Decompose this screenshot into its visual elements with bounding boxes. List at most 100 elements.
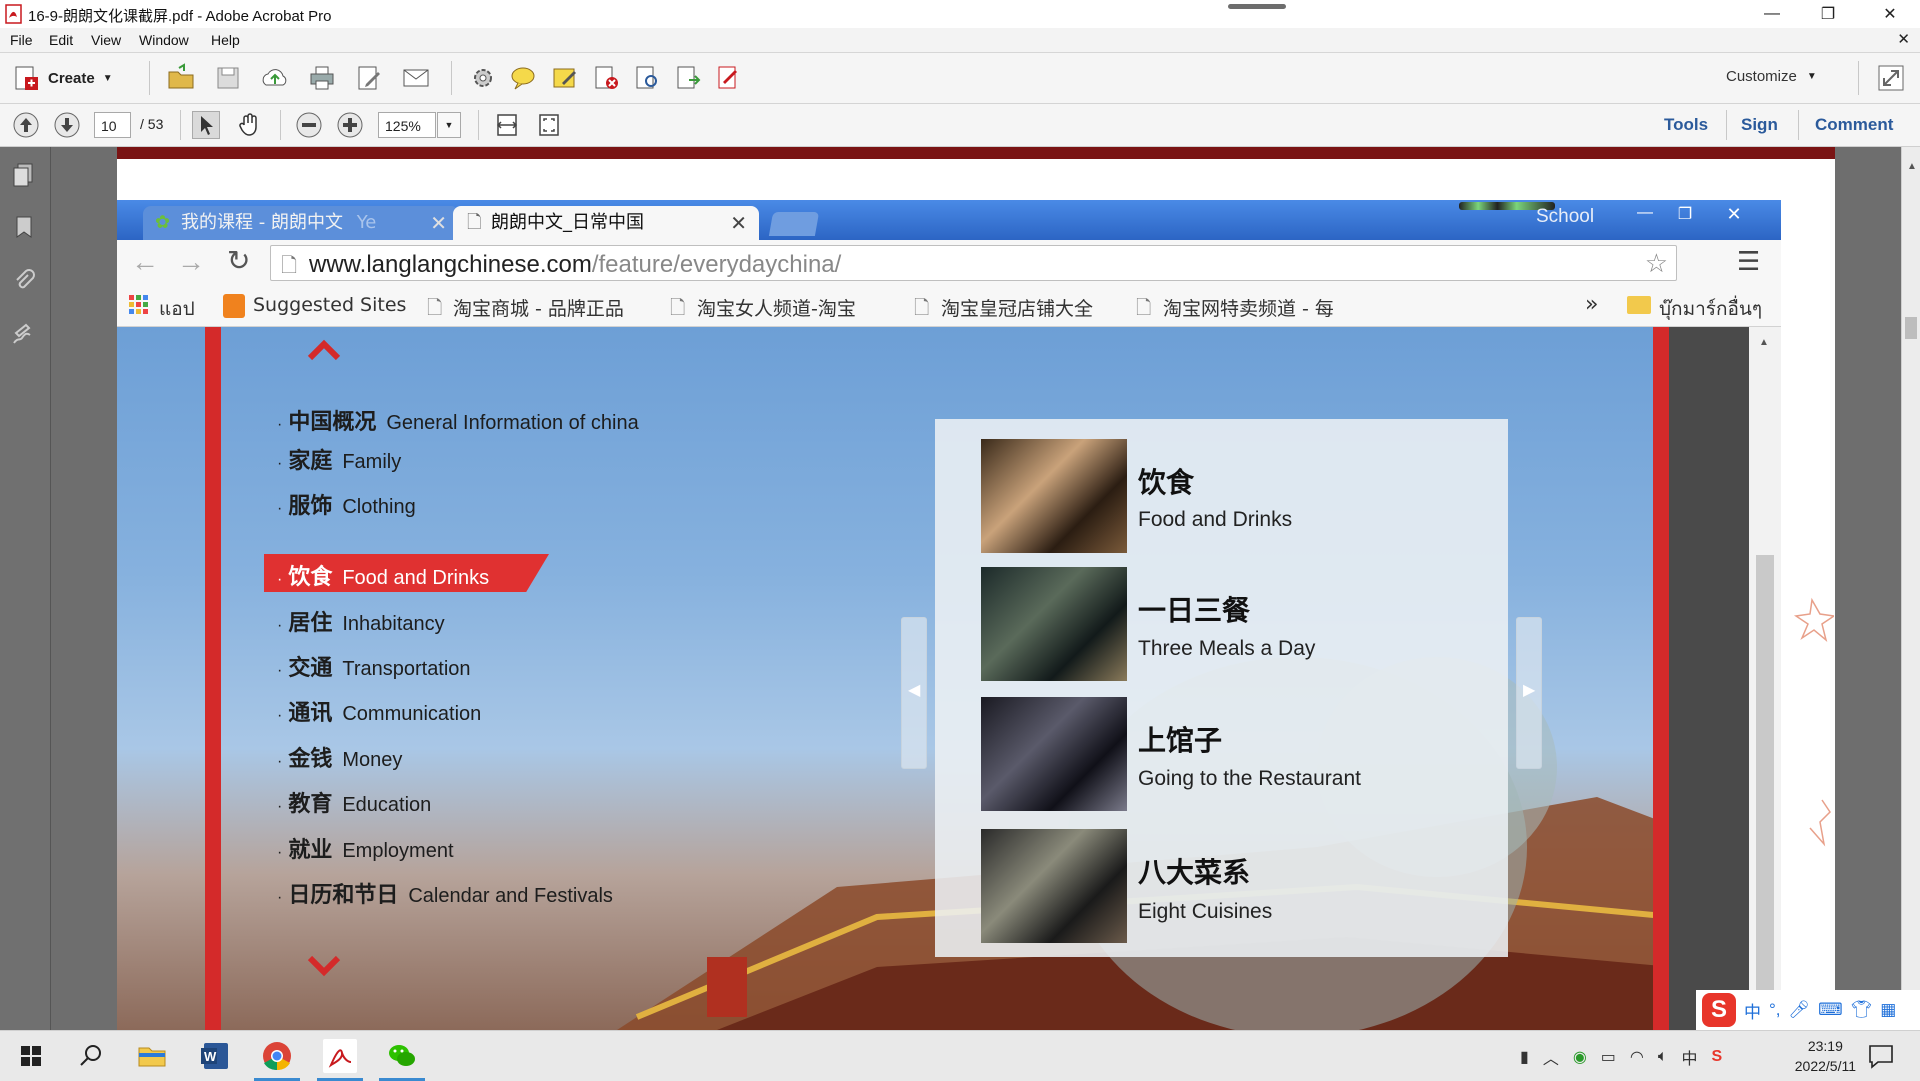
apps-grid-icon[interactable]	[129, 295, 149, 315]
category-item[interactable]: · 日历和节日 Calendar and Festivals	[277, 877, 613, 909]
browser-scrollbar[interactable]: ▲	[1749, 327, 1781, 1030]
ime-mode-chinese[interactable]: 中	[1744, 998, 1761, 1023]
browser-close-icon[interactable]: ✕	[1709, 204, 1759, 228]
topic-thumbnail-cuisines[interactable]	[981, 829, 1127, 943]
topic-thumbnail-meals[interactable]	[981, 567, 1127, 681]
bookmarks-overflow-button[interactable]: »	[1585, 292, 1598, 317]
menu-view[interactable]: View	[91, 32, 121, 48]
scroll-up-icon[interactable]: ▲	[1907, 161, 1917, 172]
reload-icon[interactable]: ↻	[227, 244, 250, 277]
topic-title-zh[interactable]: 饮食	[1138, 461, 1194, 501]
topic-title-en[interactable]: Three Meals a Day	[1138, 637, 1315, 661]
fit-width-icon[interactable]	[493, 111, 521, 139]
comment-bubble-icon[interactable]	[508, 63, 538, 93]
category-item[interactable]: · 服饰 Clothing	[277, 488, 416, 520]
carousel-next-button[interactable]: ▶	[1516, 617, 1542, 769]
bookmark-taobao-women[interactable]: 淘宝女人频道-淘宝	[697, 294, 887, 321]
toolbox-icon[interactable]: ▦	[1880, 1000, 1896, 1020]
punctuation-icon[interactable]: °,	[1769, 1000, 1781, 1020]
forward-arrow-icon[interactable]: →	[177, 246, 205, 278]
category-item[interactable]: · 就业 Employment	[277, 832, 454, 864]
attachments-paperclip-icon[interactable]	[10, 267, 38, 295]
chrome-menu-icon[interactable]: ☰	[1737, 246, 1760, 277]
keyboard-icon[interactable]: ⌨︎	[1818, 1000, 1843, 1020]
topic-title-en[interactable]: Going to the Restaurant	[1138, 767, 1361, 791]
category-scroll-up-icon[interactable]	[307, 339, 341, 361]
delete-page-icon[interactable]	[591, 63, 621, 93]
microphone-icon[interactable]: 🎤︎	[1789, 1000, 1811, 1020]
file-explorer-icon[interactable]	[135, 1039, 169, 1073]
new-tab-button[interactable]	[768, 212, 820, 236]
windows-start-icon[interactable]	[14, 1039, 48, 1073]
category-item-active[interactable]: · 饮食 Food and Drinks	[277, 559, 489, 591]
vertical-scrollbar[interactable]: ▲	[1901, 147, 1920, 1030]
zoom-out-icon[interactable]	[295, 111, 323, 139]
skin-icon[interactable]: 👕︎	[1851, 1000, 1873, 1020]
category-item[interactable]: · 居住 Inhabitancy	[277, 605, 445, 637]
address-bar[interactable]: 🗋 www.langlangchinese.com/feature/everyd…	[270, 245, 1677, 281]
print-icon[interactable]	[307, 63, 337, 93]
tab-close-icon[interactable]: ✕	[730, 206, 747, 240]
select-cursor-icon[interactable]	[192, 111, 220, 139]
profile-name[interactable]: School	[1536, 206, 1594, 228]
email-icon[interactable]	[401, 63, 431, 93]
find-page-icon[interactable]	[632, 63, 662, 93]
category-item[interactable]: · 交通 Transportation	[277, 650, 471, 682]
show-hidden-icons-chevron-icon[interactable]: ︿	[1543, 1045, 1559, 1069]
bookmarks-icon[interactable]	[10, 213, 38, 241]
chrome-icon[interactable]	[260, 1039, 294, 1073]
close-window-button[interactable]: ✕	[1862, 0, 1918, 28]
bookmark-taobao-sale[interactable]: 淘宝网特卖频道 - 每	[1163, 294, 1333, 321]
back-arrow-icon[interactable]: ←	[131, 246, 159, 278]
sogou-logo-icon[interactable]: S	[1702, 993, 1736, 1027]
topic-thumbnail-restaurant[interactable]	[981, 697, 1127, 811]
previous-page-icon[interactable]	[12, 111, 40, 139]
menu-help[interactable]: Help	[211, 32, 240, 48]
page-number-input[interactable]: 10	[94, 112, 131, 138]
customize-button[interactable]: Customize ▼	[1726, 68, 1817, 85]
battery-icon[interactable]: ▮	[1520, 1047, 1529, 1067]
tab-close-icon[interactable]: ✕	[430, 206, 447, 240]
upload-cloud-icon[interactable]	[260, 63, 290, 93]
sign-document-icon[interactable]	[714, 63, 744, 93]
sync-icon[interactable]: ◉	[1573, 1047, 1587, 1067]
category-item[interactable]: · 教育 Education	[277, 786, 431, 818]
wifi-icon[interactable]: ◠	[1630, 1047, 1644, 1067]
open-folder-icon[interactable]	[166, 63, 196, 93]
next-page-icon[interactable]	[53, 111, 81, 139]
carousel-prev-button[interactable]: ◀	[901, 617, 927, 769]
other-bookmarks[interactable]: บุ๊กมาร์กอื่นๆ	[1659, 294, 1762, 324]
clock[interactable]: 23:19 2022/5/11	[1795, 1036, 1856, 1076]
acrobat-icon[interactable]	[323, 1039, 357, 1073]
topic-title-en[interactable]: Eight Cuisines	[1138, 900, 1272, 924]
device-icon[interactable]: ▭	[1601, 1047, 1616, 1067]
bookmark-suggested-sites[interactable]: Suggested Sites	[253, 294, 406, 316]
hand-tool-icon[interactable]	[236, 111, 264, 139]
topic-thumbnail-food[interactable]	[981, 439, 1127, 553]
search-icon[interactable]	[74, 1039, 108, 1073]
topic-title-zh[interactable]: 八大菜系	[1138, 851, 1250, 891]
comment-pane-link[interactable]: Comment	[1815, 115, 1893, 135]
close-document-icon[interactable]: ✕	[1897, 30, 1910, 48]
tools-pane-link[interactable]: Tools	[1664, 115, 1708, 135]
bookmark-taobao-mall[interactable]: 淘宝商城 - 品牌正品	[453, 294, 645, 321]
highlight-icon[interactable]	[550, 63, 580, 93]
menu-edit[interactable]: Edit	[49, 32, 73, 48]
page-thumbnails-icon[interactable]	[10, 161, 38, 189]
browser-tab-everyday-china[interactable]: 🗋 朗朗中文_日常中国 ✕	[453, 206, 759, 240]
zoom-dropdown-icon[interactable]: ▼	[437, 112, 461, 138]
bookmark-star-icon[interactable]: ☆	[1645, 248, 1668, 279]
notifications-icon[interactable]	[1864, 1039, 1898, 1073]
scroll-thumb[interactable]	[1905, 317, 1917, 339]
category-item[interactable]: · 金钱 Money	[277, 741, 402, 773]
browser-tab-courses[interactable]: ✿ 我的课程 - 朗朗中文 Ye ✕	[143, 206, 459, 240]
volume-icon[interactable]: 🔈︎	[1658, 1048, 1668, 1066]
wechat-icon[interactable]	[385, 1039, 419, 1073]
scroll-thumb[interactable]	[1756, 555, 1774, 995]
drag-handle[interactable]	[1228, 4, 1286, 9]
zoom-in-icon[interactable]	[336, 111, 364, 139]
topic-title-zh[interactable]: 一日三餐	[1138, 589, 1250, 629]
restore-button[interactable]: ❐	[1800, 0, 1856, 28]
settings-gear-icon[interactable]	[468, 63, 498, 93]
category-item[interactable]: · 家庭 Family	[277, 443, 401, 475]
